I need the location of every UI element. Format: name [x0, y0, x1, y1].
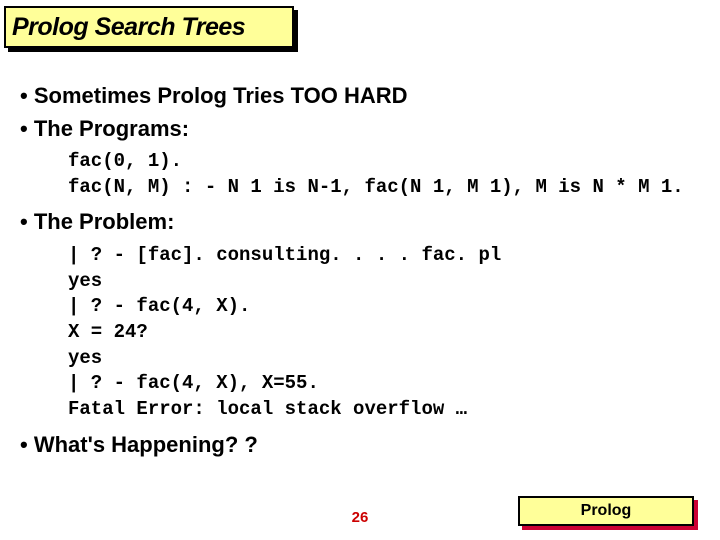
slide-title: Prolog Search Trees [12, 13, 245, 42]
footer-box: Prolog [518, 496, 694, 526]
bullet-item: Sometimes Prolog Tries TOO HARD [20, 82, 700, 111]
bullet-item: What's Happening? ? [20, 431, 700, 460]
code-problem: | ? - [fac]. consulting. . . . fac. pl y… [68, 243, 700, 422]
bullet-item: The Programs: [20, 115, 700, 144]
footer-label: Prolog [581, 502, 632, 520]
title-box: Prolog Search Trees [4, 6, 294, 48]
slide: Prolog Search Trees Sometimes Prolog Tri… [0, 0, 720, 540]
content-area: Sometimes Prolog Tries TOO HARD The Prog… [20, 78, 700, 463]
bullet-item: The Problem: [20, 208, 700, 237]
code-programs: fac(0, 1). fac(N, M) : - N 1 is N-1, fac… [68, 149, 700, 200]
